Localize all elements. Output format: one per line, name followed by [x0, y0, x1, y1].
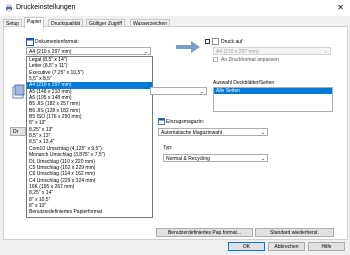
custom-paper-format-button[interactable]: Benutzerdefiniertes Pap.format... [156, 228, 253, 237]
tab-papier[interactable]: Papier [24, 17, 45, 28]
window-title: Druckeinstellungen [16, 4, 76, 11]
typ-value: Normal & Recycling [166, 156, 210, 162]
page-icon [212, 38, 219, 45]
chevron-down-icon: ⌄ [260, 130, 265, 136]
chevron-down-icon: ⌄ [199, 89, 204, 95]
druck-auf-checkbox[interactable] [205, 39, 210, 44]
restore-defaults-button[interactable]: Standard wiederherst. [255, 228, 334, 237]
cancel-button[interactable]: Abbrechen [268, 242, 305, 251]
an-druckformat-anpassen-checkbox[interactable] [213, 57, 218, 62]
auswahl-list[interactable]: Alle Seiten [213, 87, 333, 112]
einzugsmagazin-select[interactable]: Automatische Magazinwahl ⌄ [158, 128, 268, 136]
hidden-select[interactable]: ⌄ [150, 87, 207, 95]
druck-auf-label: Druck auf [221, 39, 243, 45]
typ-select[interactable]: Normal & Recycling ⌄ [163, 154, 268, 162]
chevron-down-icon: ⌄ [260, 156, 265, 162]
ok-button[interactable]: OK [228, 242, 265, 251]
document-format-value: A4 (210 x 297 mm) [29, 49, 72, 55]
druck-auf-select[interactable]: A4 (210 x 297 mm) ⌄ [213, 47, 331, 55]
partial-button[interactable]: Dr [10, 127, 26, 136]
einzugsmagazin-value: Automatische Magazinwahl [161, 130, 222, 136]
paper-stack-icon [12, 84, 25, 99]
chevron-down-icon: ⌄ [143, 49, 148, 55]
document-format-select[interactable]: A4 (210 x 297 mm) ⌄ [26, 47, 151, 55]
help-button[interactable]: Hilfe [308, 242, 345, 251]
chevron-down-icon: ⌄ [323, 49, 328, 55]
document-format-dropdown[interactable]: Legal (8,5" x 14") Letter (8,5" x 11") E… [26, 56, 153, 218]
typ-label: Typ: [163, 145, 173, 151]
format-option[interactable]: Benutzerdefiniertes Papierformat [27, 209, 152, 215]
document-format-label: Dokumentenformat: [35, 39, 79, 45]
partial-button-label: Dr [13, 129, 19, 135]
close-icon[interactable]: ✕ [337, 3, 344, 12]
auswahl-label: Auswahl Deckblätter/Seiten [213, 80, 275, 86]
druck-auf-value: A4 (210 x 297 mm) [216, 49, 259, 55]
document-format-icon [26, 38, 34, 46]
tray-icon [158, 118, 165, 125]
einzugsmagazin-label: Einzugsmagazin: [166, 119, 205, 125]
an-druckformat-anpassen-label: An Druckformat anpassen [221, 57, 279, 63]
auswahl-item-alle-seiten[interactable]: Alle Seiten [214, 88, 332, 95]
arrow-right-icon [176, 41, 200, 53]
printer-icon [6, 4, 12, 12]
title-bar: Druckeinstellungen ✕ [0, 0, 350, 16]
